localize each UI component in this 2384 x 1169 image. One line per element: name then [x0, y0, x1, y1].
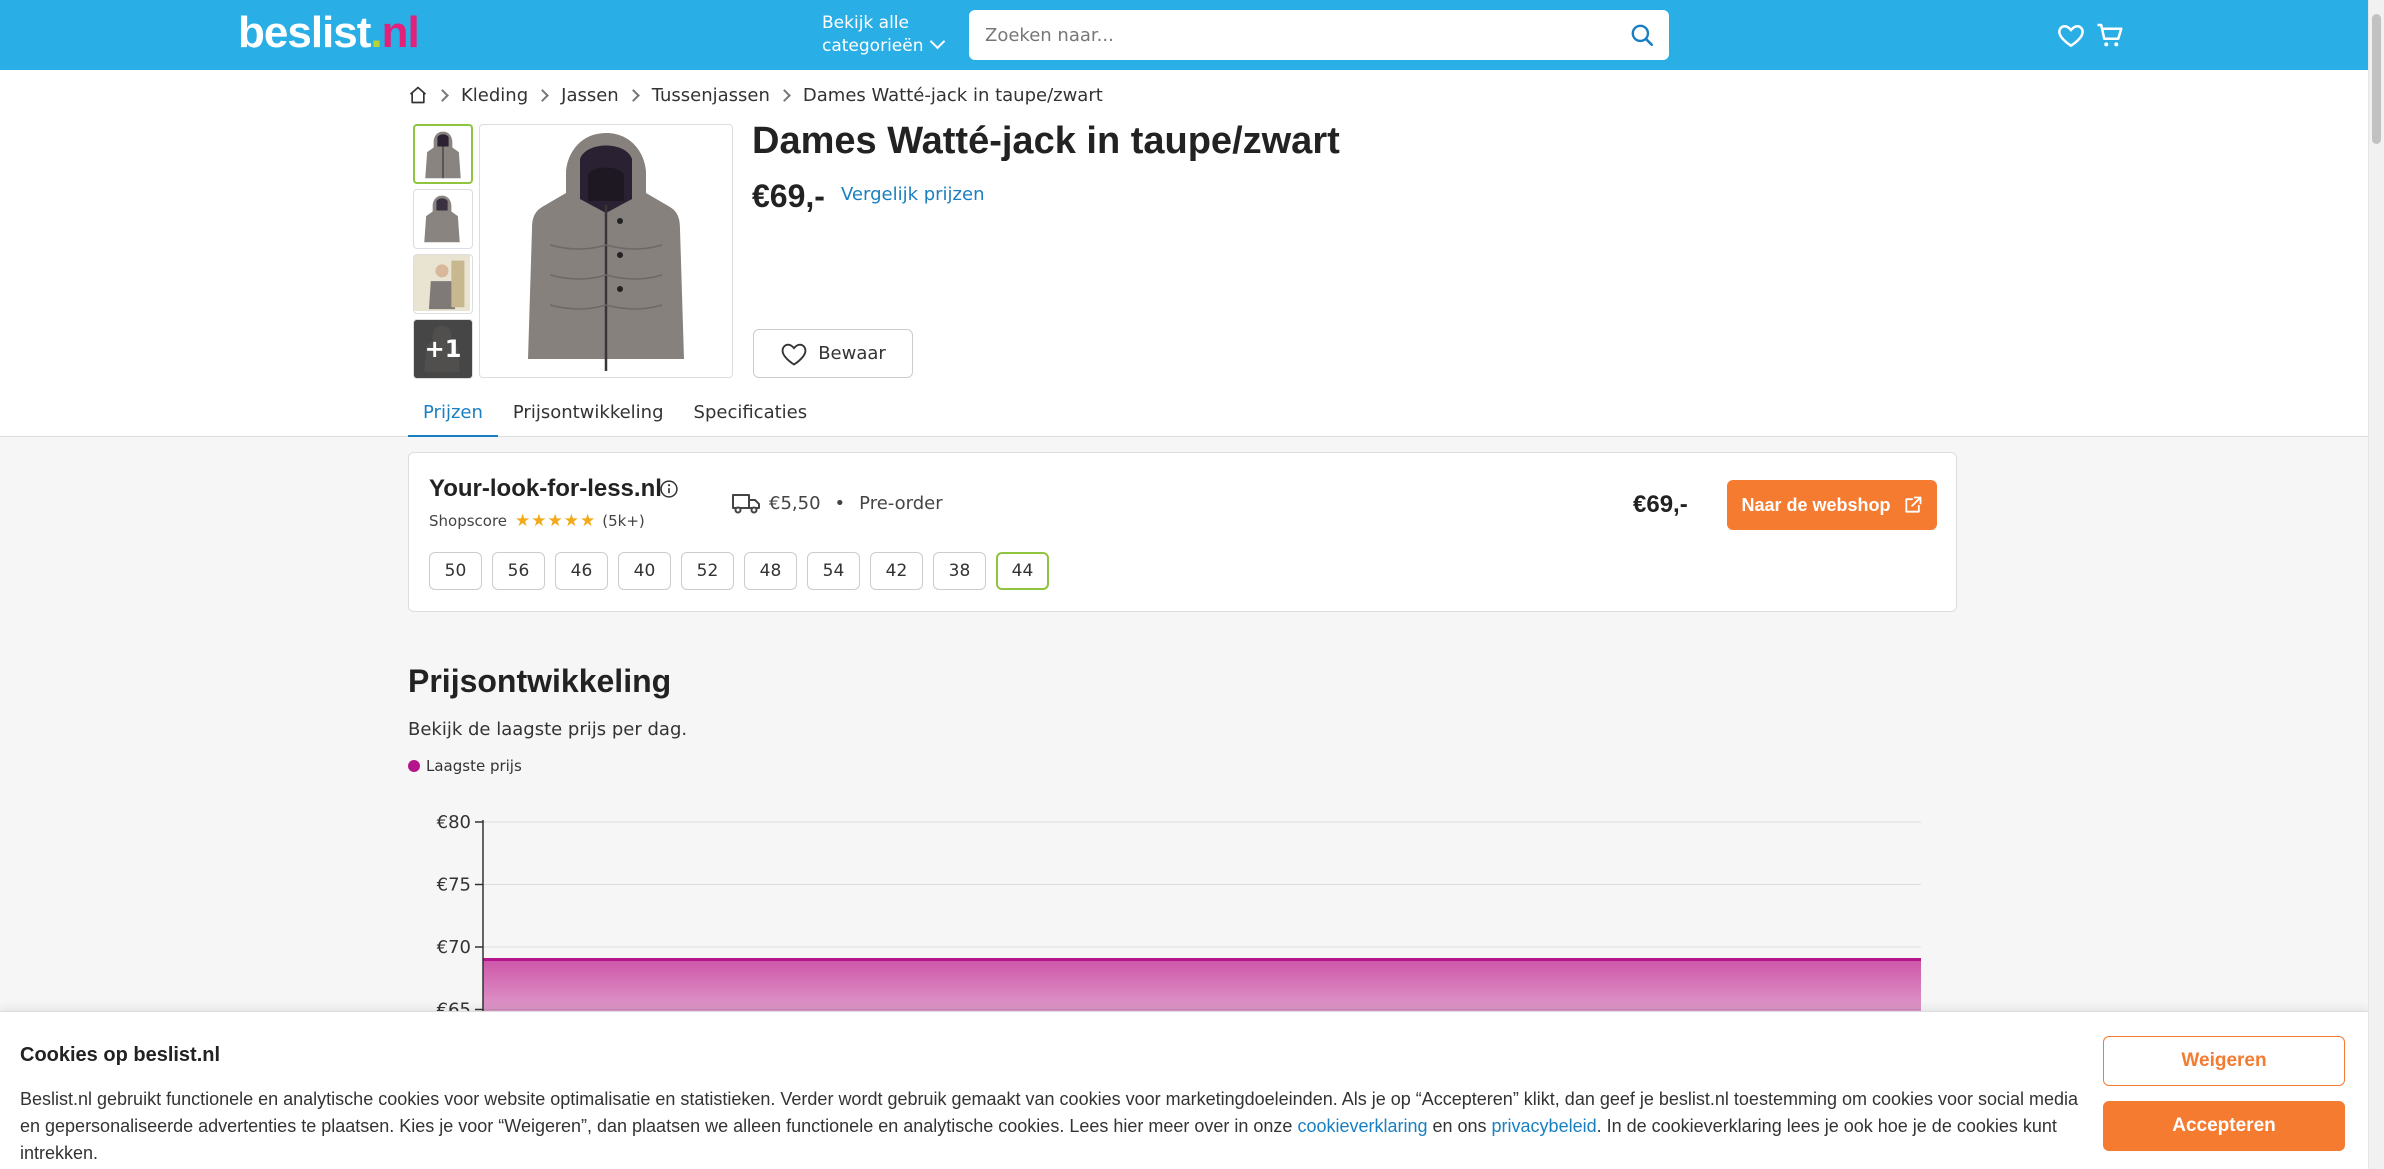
- external-link-icon: [1904, 496, 1921, 513]
- cookie-policy-link[interactable]: cookieverklaring: [1297, 1116, 1427, 1136]
- review-count: (5k+): [602, 512, 645, 530]
- legend-label: Laagste prijs: [426, 757, 522, 775]
- cookie-title: Cookies op beslist.nl: [20, 1044, 221, 1066]
- size-option[interactable]: 54: [807, 552, 860, 590]
- shopscore: Shopscore ★★★★★ (5k+): [429, 511, 645, 531]
- cookie-text: Beslist.nl gebruikt functionele en analy…: [20, 1086, 2080, 1167]
- price-development-title: Prijsontwikkeling: [408, 663, 672, 699]
- model-photo: [414, 255, 470, 311]
- more-images-count: +1: [414, 320, 472, 378]
- heart-icon: [781, 343, 807, 366]
- page-scrollbar[interactable]: [2368, 0, 2384, 1169]
- availability: Pre-order: [859, 493, 943, 514]
- accept-cookies-button[interactable]: Accepteren: [2103, 1101, 2345, 1151]
- categories-line2: categorieën: [822, 36, 924, 56]
- save-button[interactable]: Bewaar: [753, 329, 913, 378]
- logo-dot: .: [370, 8, 382, 57]
- size-option[interactable]: 40: [618, 552, 671, 590]
- shipping-info: €5,50 • Pre-order: [769, 493, 943, 514]
- product-main-image[interactable]: [479, 124, 733, 378]
- site-header: beslist.nl Bekijk alle categorieën: [0, 0, 2368, 70]
- size-option[interactable]: 38: [933, 552, 986, 590]
- breadcrumb-separator: [536, 88, 550, 102]
- more-images-thumbnail[interactable]: +1: [413, 319, 473, 379]
- search-input[interactable]: [969, 10, 1569, 60]
- size-option[interactable]: 52: [681, 552, 734, 590]
- size-option[interactable]: 48: [744, 552, 797, 590]
- shopscore-label: Shopscore: [429, 512, 508, 530]
- breadcrumb-current: Dames Watté-jack in taupe/zwart: [802, 84, 1103, 106]
- tab-specificaties[interactable]: Specificaties: [679, 396, 823, 438]
- search-icon[interactable]: [1629, 22, 1655, 48]
- webshop-button-label: Naar de webshop: [1741, 494, 1891, 515]
- search-bar: [969, 10, 1669, 60]
- breadcrumb-kleding[interactable]: Kleding: [461, 85, 528, 106]
- categories-line1: Bekijk alle: [822, 13, 909, 33]
- breadcrumb-jassen[interactable]: Jassen: [561, 85, 619, 106]
- tab-bar: Prijzen Prijsontwikkeling Specificaties: [408, 396, 822, 438]
- info-icon[interactable]: [659, 479, 679, 499]
- home-icon[interactable]: [408, 85, 428, 105]
- offer-price: €69,-: [1633, 491, 1688, 518]
- product-title: Dames Watté-jack in taupe/zwart: [752, 120, 1340, 162]
- tab-prijsontwikkeling[interactable]: Prijsontwikkeling: [498, 396, 679, 438]
- chart-y-tick-label: €80: [437, 812, 471, 833]
- chart-y-tick-label: €75: [437, 875, 471, 896]
- cookie-banner: Cookies op beslist.nl Beslist.nl gebruik…: [0, 1011, 2368, 1169]
- shipping-cost: €5,50: [769, 493, 821, 514]
- product-thumbnail[interactable]: [413, 189, 473, 249]
- jacket-image: [424, 195, 460, 243]
- heart-icon[interactable]: [2056, 20, 2086, 50]
- tab-prijzen[interactable]: Prijzen: [408, 396, 498, 438]
- price-development-subtitle: Bekijk de laagste prijs per dag.: [408, 719, 688, 740]
- chevron-down-icon: [929, 33, 945, 50]
- product-thumbnail[interactable]: [413, 124, 473, 184]
- size-option[interactable]: 46: [555, 552, 608, 590]
- separator: •: [834, 493, 846, 514]
- product-price: €69,-: [752, 178, 825, 214]
- logo-text: beslist: [238, 8, 371, 57]
- jacket-image: [425, 131, 461, 179]
- offer-card: Your-look-for-less.nl Shopscore ★★★★★ (5…: [408, 452, 1957, 612]
- truck-icon: [732, 494, 760, 514]
- size-option[interactable]: 50: [429, 552, 482, 590]
- breadcrumb-tussenjassen[interactable]: Tussenjassen: [652, 85, 770, 106]
- size-option[interactable]: 56: [492, 552, 545, 590]
- compare-prices-link[interactable]: Vergelijk prijzen: [841, 184, 984, 205]
- breadcrumb-separator: [778, 88, 791, 102]
- go-to-webshop-button[interactable]: Naar de webshop: [1727, 480, 1937, 530]
- chart-y-tick-label: €70: [437, 937, 471, 958]
- breadcrumb: Kleding Jassen Tussenjassen Dames Watté-…: [408, 82, 1103, 108]
- cart-icon[interactable]: [2095, 20, 2125, 50]
- shop-name[interactable]: Your-look-for-less.nl: [429, 475, 662, 503]
- rating-stars: ★★★★★: [515, 511, 597, 531]
- size-option[interactable]: 42: [870, 552, 923, 590]
- save-label: Bewaar: [818, 343, 886, 364]
- size-option-selected[interactable]: 44: [996, 552, 1049, 590]
- cookie-text-part: en ons: [1427, 1116, 1492, 1136]
- chart-legend: Laagste prijs: [408, 757, 522, 775]
- beslist-logo[interactable]: beslist.nl: [238, 8, 420, 58]
- scrollbar-thumb[interactable]: [2372, 14, 2381, 144]
- breadcrumb-separator: [626, 88, 640, 102]
- privacy-policy-link[interactable]: privacybeleid: [1492, 1116, 1597, 1136]
- refuse-cookies-button[interactable]: Weigeren: [2103, 1036, 2345, 1086]
- breadcrumb-separator: [436, 88, 449, 102]
- jacket-image: [528, 133, 684, 371]
- logo-tld: nl: [381, 8, 420, 57]
- size-options: 50 56 46 40 52 48 54 42 38 44: [429, 552, 1049, 590]
- product-thumbnail[interactable]: [413, 254, 473, 314]
- all-categories-button[interactable]: Bekijk alle categorieën: [822, 12, 945, 58]
- legend-swatch: [408, 760, 420, 772]
